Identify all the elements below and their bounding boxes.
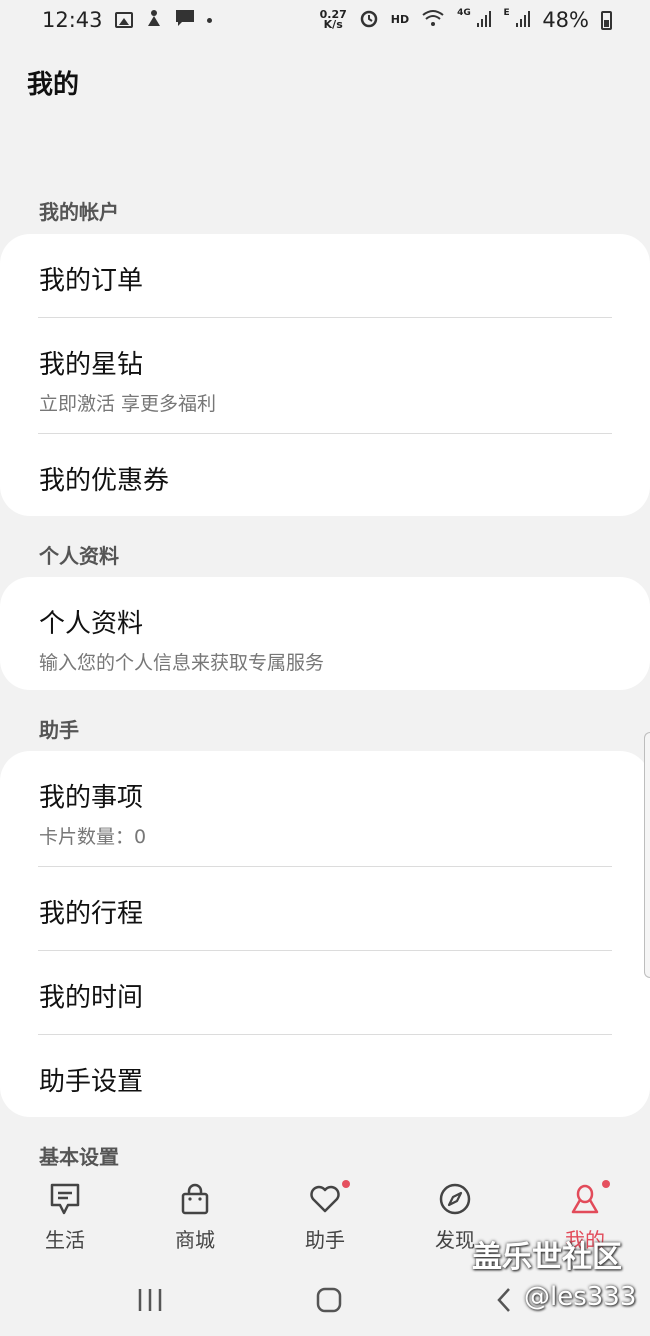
status-bar-right: 0.27 K/s HD 4G E 48% [320,8,612,33]
home-icon [316,1287,342,1313]
gallery-notification-icon [114,12,133,28]
item-title: 助手设置 [39,1067,144,1097]
wifi-icon [421,8,445,32]
notification-badge [342,1180,350,1188]
page-title: 我的 [27,70,80,100]
list-item-my-time[interactable]: 我的时间 [0,977,650,1014]
nav-tab-mall[interactable]: 商城 [130,1170,260,1260]
item-title: 我的事项 [39,783,144,813]
app-notification-icon [145,8,163,33]
nav-label: 发现 [435,1228,475,1252]
section-header-assistant: 助手 [39,718,79,742]
list-item-my-orders[interactable]: 我的订单 [0,260,650,297]
divider [38,950,612,951]
more-notifications-icon [206,17,212,23]
nav-label: 商城 [175,1228,215,1252]
item-title: 我的时间 [39,983,144,1013]
battery-icon [601,10,612,30]
divider [38,317,612,318]
list-item-my-coupons[interactable]: 我的优惠券 [0,460,650,497]
network-speed: 0.27 K/s [320,9,347,31]
network-type-e: E [503,8,510,18]
signal-e-icon: E [503,8,531,32]
assistant-card: 我的事项 卡片数量：0 我的行程 我的时间 助手设置 [0,751,650,1117]
section-header-account: 我的帐户 [39,200,119,224]
item-subtitle: 卡片数量：0 [39,826,147,848]
nav-label: 生活 [45,1228,85,1252]
divider [38,433,612,434]
list-item-my-diamonds[interactable]: 我的星钻 立即激活 享更多福利 [0,344,650,416]
net-speed-unit: K/s [323,18,343,31]
nav-label: 助手 [305,1228,345,1252]
status-bar-left: 12:43 [42,8,212,33]
person-icon [568,1182,602,1216]
profile-card: 个人资料 输入您的个人信息来获取专属服务 [0,577,650,690]
hd-indicator: HD [390,13,410,26]
list-item-my-schedule[interactable]: 我的行程 [0,893,650,930]
watermark-text: 盖乐世社区 [472,1240,622,1275]
recent-apps-icon [138,1289,161,1311]
watermark-handle: @les333 [524,1282,637,1312]
nav-tab-assistant[interactable]: 助手 [260,1170,390,1260]
shopping-bag-icon [178,1182,212,1216]
battery-percent: 48% [542,8,589,32]
back-button[interactable] [494,1286,514,1318]
back-icon [497,1288,511,1312]
item-subtitle: 输入您的个人信息来获取专属服务 [39,652,325,674]
item-title: 我的订单 [39,266,144,296]
item-title: 我的优惠券 [39,466,170,496]
section-header-basic: 基本设置 [39,1145,119,1169]
home-button[interactable] [315,1286,343,1318]
alarm-icon [359,8,379,33]
heart-icon [308,1182,342,1216]
message-notification-icon [175,8,195,32]
network-type: 4G [457,8,471,18]
section-header-profile: 个人资料 [39,544,119,568]
scrollbar[interactable] [644,732,650,978]
list-item-my-tasks[interactable]: 我的事项 卡片数量：0 [0,777,650,849]
item-subtitle: 立即激活 享更多福利 [39,393,217,415]
list-item-personal-info[interactable]: 个人资料 输入您的个人信息来获取专属服务 [0,603,650,675]
nav-tab-life[interactable]: 生活 [0,1170,130,1260]
notification-badge [602,1180,610,1188]
divider [38,1034,612,1035]
item-title: 个人资料 [39,609,144,639]
status-time: 12:43 [42,8,103,32]
item-title: 我的星钻 [39,350,144,380]
recent-apps-button[interactable] [136,1287,164,1317]
compass-icon [438,1182,472,1216]
item-title: 我的行程 [39,899,144,929]
bookmark-icon [48,1182,82,1216]
account-card: 我的订单 我的星钻 立即激活 享更多福利 我的优惠券 [0,234,650,516]
signal-4g-icon: 4G [457,8,492,32]
status-bar: 12:43 0.27 K/s HD 4G E 48% [0,0,650,40]
list-item-assistant-settings[interactable]: 助手设置 [0,1061,650,1098]
divider [38,866,612,867]
